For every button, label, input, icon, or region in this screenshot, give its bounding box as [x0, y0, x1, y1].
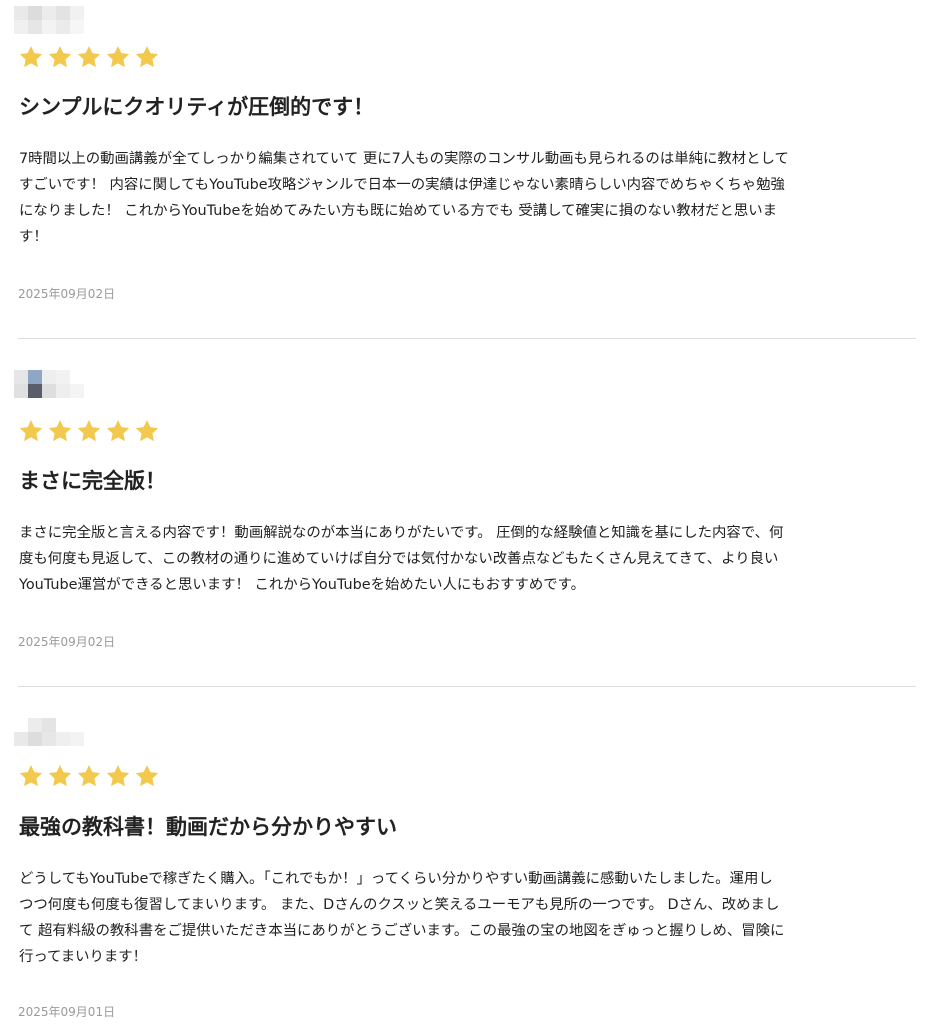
star-icon	[135, 419, 159, 442]
star-icon	[106, 419, 130, 442]
star-icon	[19, 45, 43, 68]
star-icon	[77, 419, 101, 442]
rating-stars	[18, 763, 160, 789]
review-body: まさに完全版と言える内容です！動画解説なのが本当にありがたいです。 圧倒的な経験…	[19, 525, 784, 593]
star-icon	[19, 419, 43, 442]
review-body: 7時間以上の動画講義が全てしっかり編集されていて 更に7人もの実際のコンサル動画…	[19, 151, 789, 245]
divider	[18, 686, 916, 687]
star-icon	[135, 45, 159, 68]
avatar-icon	[14, 718, 90, 748]
star-icon	[77, 764, 101, 787]
star-icon	[48, 764, 72, 787]
star-icon	[48, 419, 72, 442]
review-date: 2025年09月02日	[18, 635, 116, 649]
avatar-icon	[14, 370, 90, 400]
review-title: まさに完全版！	[19, 469, 166, 493]
review-title: シンプルにクオリティが圧倒的です！	[19, 95, 375, 119]
star-icon	[106, 764, 130, 787]
rating-stars	[18, 418, 160, 444]
review-date: 2025年09月01日	[18, 1005, 116, 1019]
review-date: 2025年09月02日	[18, 287, 116, 301]
divider	[18, 338, 916, 339]
rating-stars	[18, 44, 160, 70]
review-title: 最強の教科書！動画だから分かりやすい	[19, 815, 397, 839]
star-icon	[19, 764, 43, 787]
avatar-icon	[14, 6, 90, 36]
star-icon	[48, 45, 72, 68]
star-icon	[106, 45, 130, 68]
star-icon	[135, 764, 159, 787]
star-icon	[77, 45, 101, 68]
review-body: どうしてもYouTubeで稼ぎたく購入。「これでもか！」ってくらい分かりやすい動…	[19, 871, 785, 965]
